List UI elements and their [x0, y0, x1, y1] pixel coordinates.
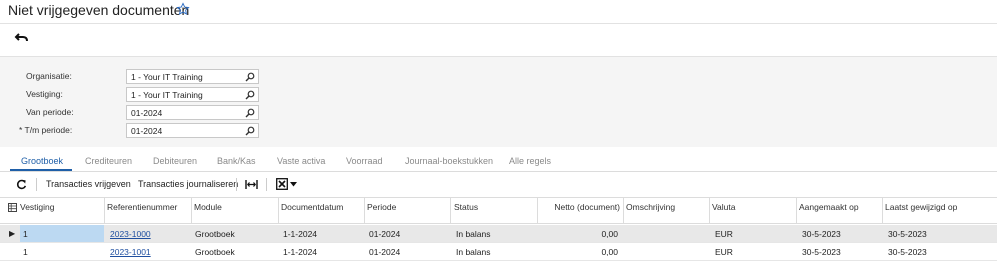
van-periode-value: 01-2024 [131, 108, 163, 118]
column-header-aangemaakt-op[interactable]: Aangemaakt op [799, 203, 859, 212]
tab-grootboek[interactable]: Grootboek [21, 156, 63, 166]
tm-periode-label: T/m periode: [24, 125, 73, 135]
column-chooser-icon[interactable] [8, 203, 17, 212]
tab-journaal-boekstukken[interactable]: Journaal-boekstukken [405, 156, 493, 166]
cell-periode[interactable]: 01-2024 [369, 229, 400, 239]
column-header-vestiging[interactable]: Vestiging [20, 203, 55, 212]
column-divider [882, 198, 883, 224]
tab-debiteuren[interactable]: Debiteuren [153, 156, 197, 166]
search-icon[interactable] [245, 126, 255, 136]
table-row[interactable]: 1 2023-1001 Grootboek 1-1-2024 01-2024 I… [0, 243, 997, 261]
tab-bar: Grootboek Crediteuren Debiteuren Bank/Ka… [0, 148, 997, 172]
cell-vestiging[interactable]: 1 [23, 229, 28, 239]
column-header-omschrijving[interactable]: Omschrijving [626, 203, 675, 212]
organisatie-label: Organisatie: [26, 71, 72, 81]
column-divider [104, 198, 105, 224]
column-divider [450, 198, 451, 224]
page-title: Niet vrijgegeven documenten [8, 2, 190, 18]
toolbar-divider [236, 178, 237, 191]
active-tab-indicator [10, 169, 72, 171]
cell-documentdatum[interactable]: 1-1-2024 [283, 247, 317, 257]
cell-module[interactable]: Grootboek [195, 247, 235, 257]
fit-columns-icon[interactable] [245, 179, 258, 190]
grid-header: Vestiging Referentienummer Module Docume… [0, 197, 997, 224]
tab-vaste-activa[interactable]: Vaste activa [277, 156, 325, 166]
row-selector-arrow-icon: ▶ [9, 229, 16, 238]
chevron-down-icon[interactable] [290, 182, 297, 187]
column-divider [796, 198, 797, 224]
cell-valuta[interactable]: EUR [715, 247, 733, 257]
cell-netto[interactable]: 0,00 [540, 229, 618, 239]
cell-laatst-gewijzigd-op[interactable]: 30-5-2023 [888, 229, 927, 239]
column-header-laatst-gewijzigd-op[interactable]: Laatst gewijzigd op [885, 203, 965, 212]
search-icon[interactable] [245, 90, 255, 100]
cell-vestiging[interactable]: 1 [23, 247, 28, 257]
organisatie-field[interactable]: 1 - Your IT Training [126, 69, 259, 84]
export-excel-icon[interactable] [276, 178, 288, 190]
search-icon[interactable] [245, 72, 255, 82]
tab-crediteuren[interactable]: Crediteuren [85, 156, 132, 166]
column-header-valuta[interactable]: Valuta [712, 203, 735, 212]
cell-status[interactable]: In balans [456, 247, 491, 257]
vestiging-value: 1 - Your IT Training [131, 90, 203, 100]
cell-documentdatum[interactable]: 1-1-2024 [283, 229, 317, 239]
cell-module[interactable]: Grootboek [195, 229, 235, 239]
title-bar: Niet vrijgegeven documenten [0, 0, 997, 24]
tab-bank-kas[interactable]: Bank/Kas [217, 156, 256, 166]
vestiging-field[interactable]: 1 - Your IT Training [126, 87, 259, 102]
cell-referentienummer-link[interactable]: 2023-1001 [110, 247, 151, 257]
column-header-netto[interactable]: Netto (document) [540, 203, 620, 212]
column-header-referentienummer[interactable]: Referentienummer [107, 203, 177, 212]
van-periode-field[interactable]: 01-2024 [126, 105, 259, 120]
column-divider [278, 198, 279, 224]
table-row[interactable]: ▶ 1 2023-1000 Grootboek 1-1-2024 01-2024… [0, 225, 997, 243]
column-divider [709, 198, 710, 224]
required-marker: * [19, 125, 23, 135]
cell-status[interactable]: In balans [456, 229, 491, 239]
organisatie-value: 1 - Your IT Training [131, 72, 203, 82]
cell-laatst-gewijzigd-op[interactable]: 30-5-2023 [888, 247, 927, 257]
cell-aangemaakt-op[interactable]: 30-5-2023 [802, 229, 841, 239]
cell-valuta[interactable]: EUR [715, 229, 733, 239]
selected-cell-highlight [20, 225, 104, 242]
journalize-transactions-button[interactable]: Transacties journaliseren [138, 179, 238, 189]
vestiging-label: Vestiging: [26, 89, 63, 99]
cell-aangemaakt-op[interactable]: 30-5-2023 [802, 247, 841, 257]
column-header-module[interactable]: Module [194, 203, 222, 212]
tab-voorraad[interactable]: Voorraad [346, 156, 383, 166]
column-header-periode[interactable]: Periode [367, 203, 396, 212]
column-header-documentdatum[interactable]: Documentdatum [281, 203, 343, 212]
refresh-icon[interactable] [16, 179, 27, 190]
toolbar-divider [36, 178, 37, 191]
tab-alle-regels[interactable]: Alle regels [509, 156, 551, 166]
column-divider [191, 198, 192, 224]
column-divider [537, 198, 538, 224]
van-periode-label: Van periode: [26, 107, 74, 117]
toolbar-divider [266, 178, 267, 191]
cell-netto[interactable]: 0,00 [540, 247, 618, 257]
column-header-status[interactable]: Status [454, 203, 478, 212]
tm-periode-value: 01-2024 [131, 126, 163, 136]
column-divider [364, 198, 365, 224]
column-divider [623, 198, 624, 224]
grid-toolbar: Transacties vrijgeven Transacties journa… [0, 173, 997, 197]
release-transactions-button[interactable]: Transacties vrijgeven [46, 179, 131, 189]
tm-periode-field[interactable]: 01-2024 [126, 123, 259, 138]
cell-referentienummer-link[interactable]: 2023-1000 [110, 229, 151, 239]
tm-periode-label-wrap: * T/m periode: [19, 125, 72, 135]
filter-panel: Organisatie: 1 - Your IT Training Vestig… [0, 56, 997, 147]
cell-periode[interactable]: 01-2024 [369, 247, 400, 257]
undo-icon[interactable] [14, 31, 30, 45]
favorite-star-icon[interactable] [176, 2, 190, 16]
search-icon[interactable] [245, 108, 255, 118]
